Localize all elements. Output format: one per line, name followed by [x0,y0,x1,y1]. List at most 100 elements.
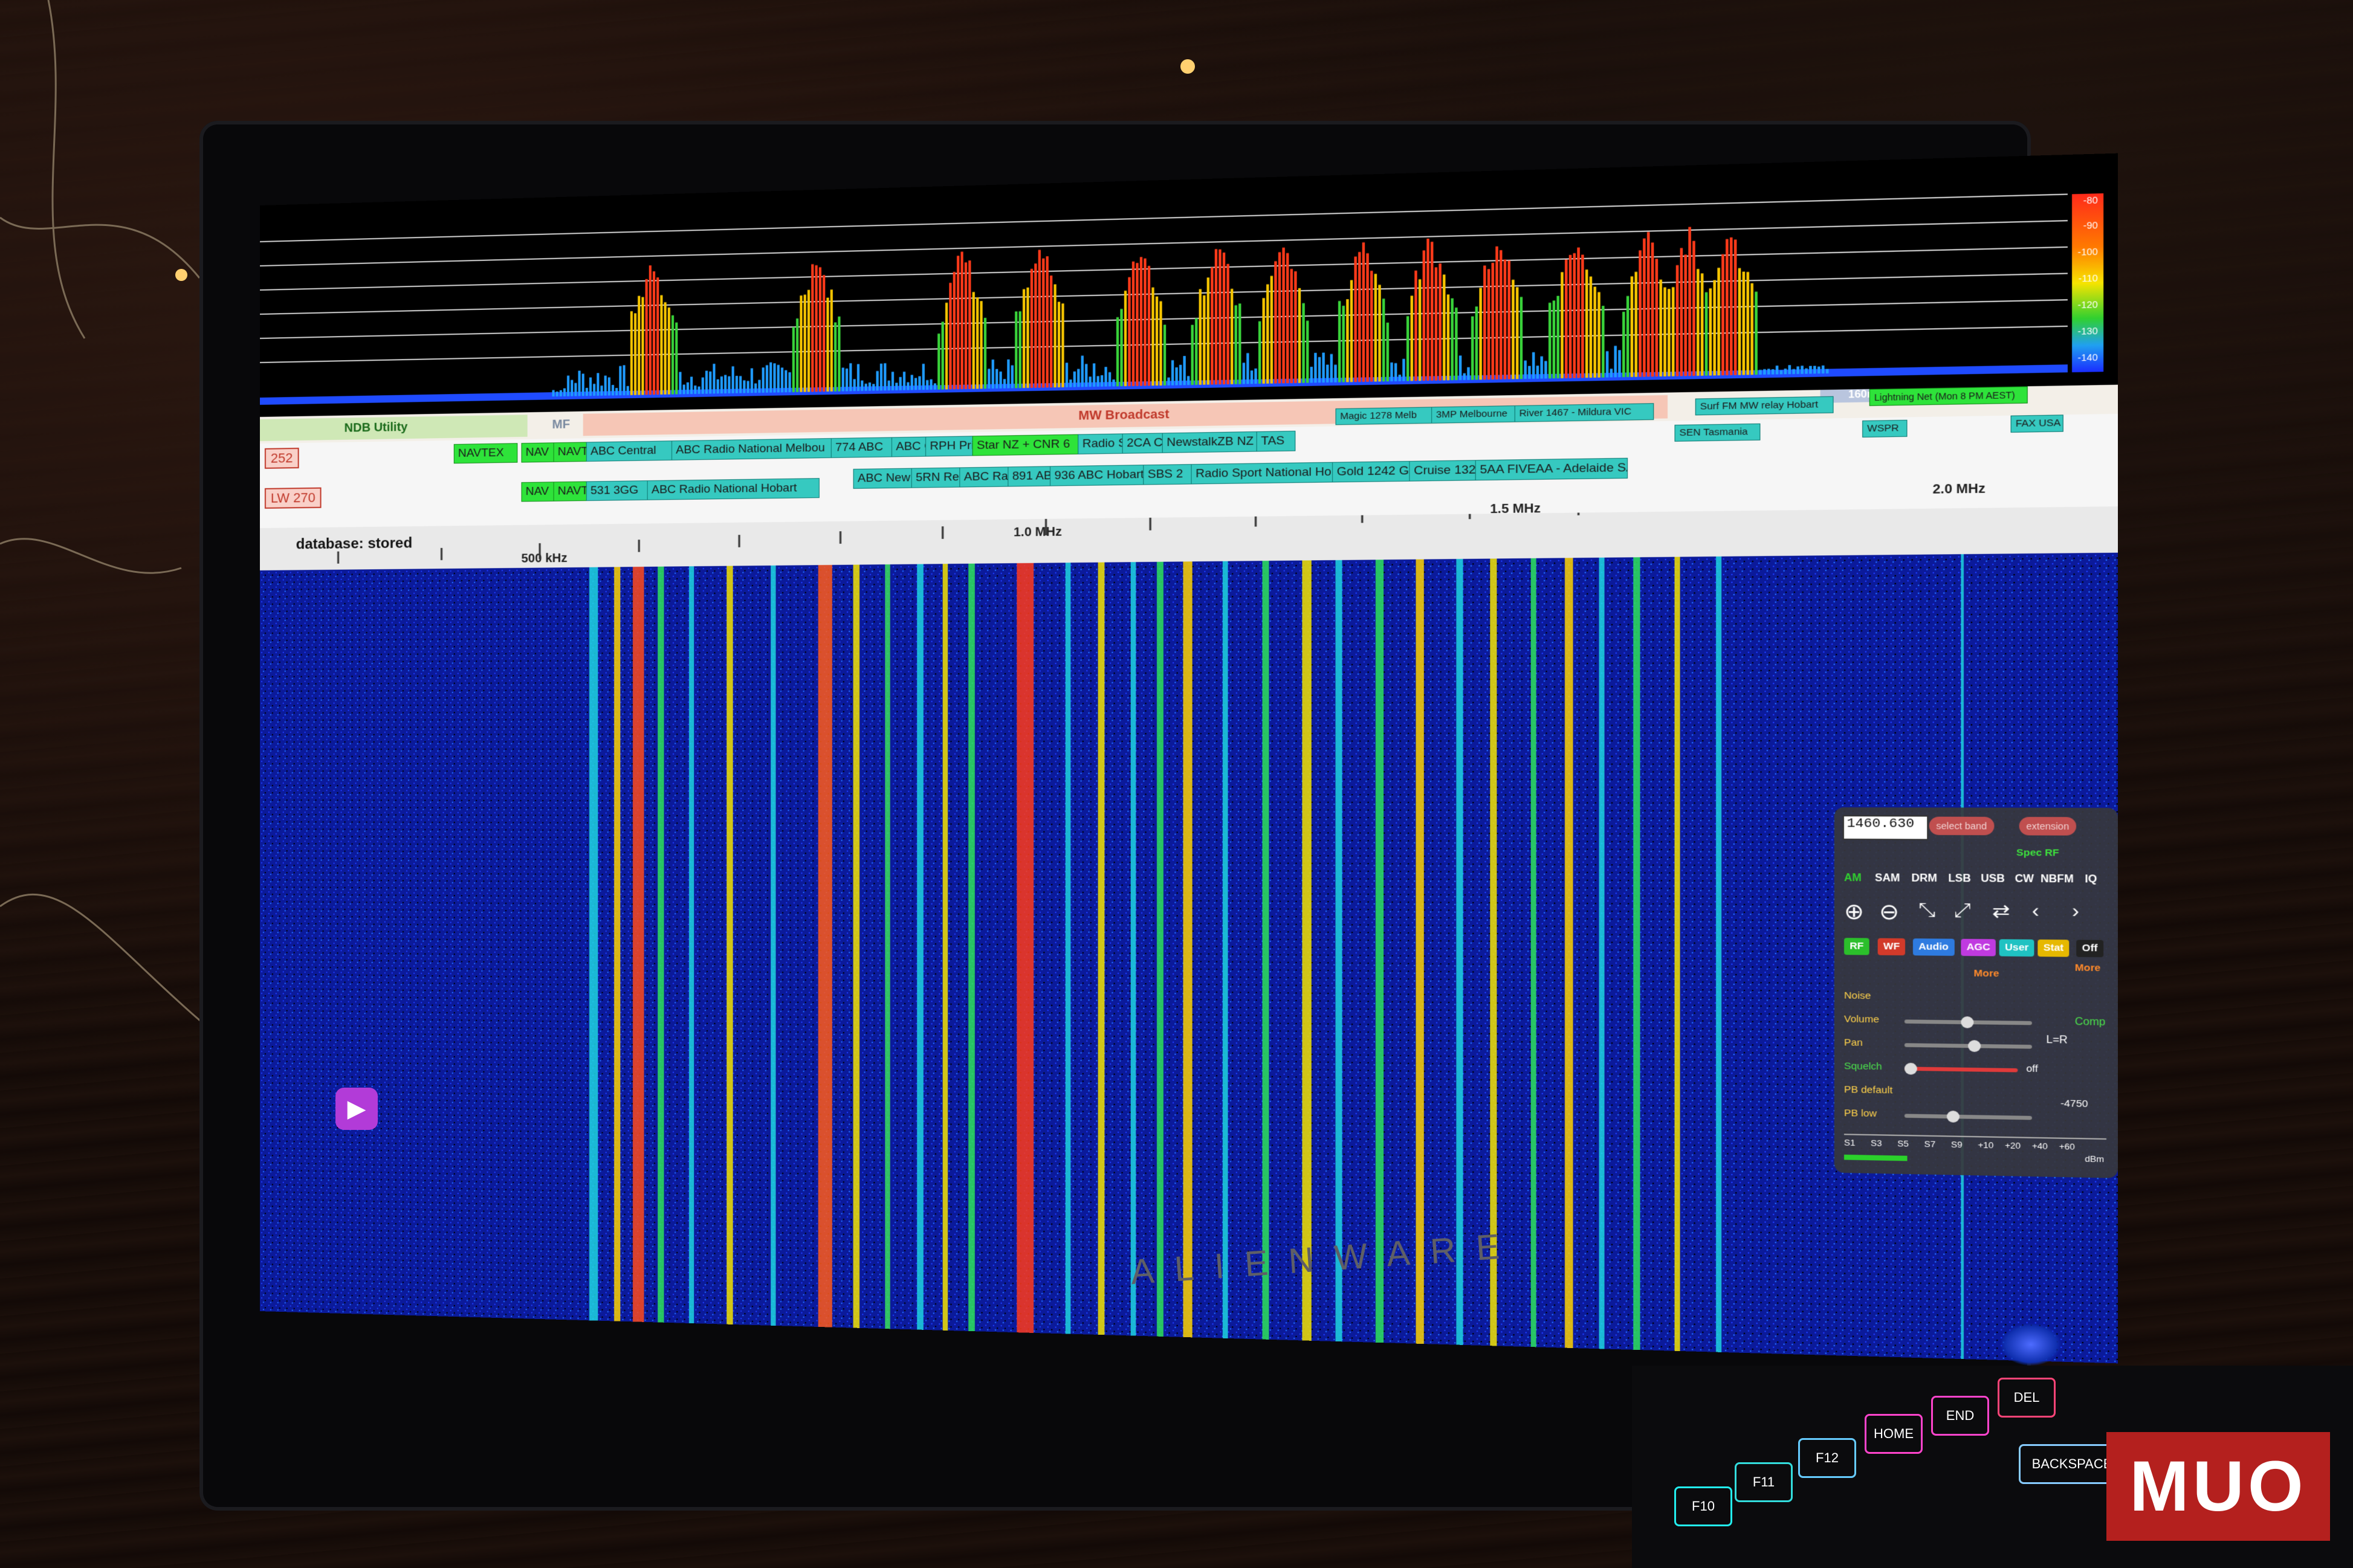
spectrum-bar [1451,298,1454,381]
station-label[interactable]: RPH Pri [925,436,980,457]
zoom-in-icon[interactable]: ⊕ [1844,899,1864,924]
squelch-knob[interactable] [1904,1062,1917,1075]
mode-drm-button[interactable]: DRM [1912,873,1938,885]
pb-slider[interactable] [1904,1114,2032,1120]
spectrum-bar [1338,301,1341,382]
station-label[interactable]: Radio Sport National Hobart [1191,462,1340,485]
station-label[interactable]: WSPR [1862,419,1908,438]
spectrum-bar [1507,260,1510,379]
agc-tab[interactable]: AGC [1961,938,1996,957]
spectrum-bar [887,380,890,391]
station-label[interactable]: Star NZ + CNR 6 [972,434,1086,456]
key-f11[interactable]: F11 [1735,1462,1793,1502]
station-label[interactable]: 936 ABC Hobart [1049,464,1151,486]
station-label[interactable]: ABC New [853,468,919,489]
station-label[interactable]: 774 ABC [830,437,899,458]
spectrum-bar [796,318,799,392]
mode-cw-button[interactable]: CW [2015,874,2034,886]
station-label[interactable]: Cruise 1323 [1409,460,1483,482]
zoom-fit-icon[interactable]: ⤡ [1918,899,1935,921]
mode-usb-button[interactable]: USB [1981,873,2005,885]
mode-lsb-button[interactable]: LSB [1948,873,1970,885]
spectrum-bar [686,382,689,395]
station-label[interactable]: 531 3GG [586,480,654,502]
waterfall-signal-trace [1302,560,1312,1341]
swap-icon[interactable]: ⇄ [1992,900,2010,923]
stat-tab[interactable]: Stat [2037,939,2070,957]
key-f12[interactable]: F12 [1798,1438,1856,1478]
spectrum-bar [1116,317,1119,387]
mode-nbfm-button[interactable]: NBFM [2041,874,2074,886]
band-mf-label: MF [552,418,571,432]
station-label[interactable]: FAX USA [2010,415,2063,433]
station-label[interactable]: Surf FM MW relay Hobart [1695,396,1834,416]
tag-lw270[interactable]: LW 270 [264,487,322,509]
zoom-out-icon[interactable]: ⊖ [1879,899,1899,926]
spectrum-bar [1211,267,1214,385]
station-label[interactable]: NewstalkZB NZ [1162,431,1264,453]
station-label[interactable]: Gold 1242 Gip [1332,460,1417,483]
station-label[interactable]: ABC Radio National Hobart [647,478,820,500]
station-label[interactable]: SBS 2 [1143,463,1199,485]
mode-am-button[interactable]: AM [1844,873,1862,885]
comp-toggle[interactable]: Comp [2075,1016,2106,1028]
station-label[interactable]: 3MP Melbourne [1431,405,1523,424]
station-label[interactable]: 5AA FIVEAA - Adelaide SA [1475,457,1628,481]
spectrum-bar [1585,269,1588,378]
spectrum-bar [953,271,956,390]
pb-knob[interactable] [1946,1111,1960,1123]
rf-tab[interactable]: RF [1843,938,1869,955]
station-label[interactable]: Magic 1278 Melb [1335,407,1439,425]
waterfall-signal-trace [1599,557,1605,1349]
key-end[interactable]: END [1931,1396,1989,1436]
key-f10[interactable]: F10 [1674,1486,1732,1526]
extension-dropdown[interactable]: extension [2019,816,2077,836]
spectrum-bar [811,264,814,392]
spectrum-bar [1475,306,1478,380]
station-label[interactable]: River 1467 - Mildura VIC [1514,403,1654,422]
station-label[interactable]: 5RN Re [911,467,967,488]
mode-iq-button[interactable]: IQ [2085,874,2097,886]
volume-knob[interactable] [1961,1016,1974,1028]
wf-tab[interactable]: WF [1877,938,1906,956]
key-del[interactable]: DEL [1998,1378,2056,1418]
prev-icon[interactable]: ‹ [2032,900,2039,922]
spectrum-bar [1406,316,1410,381]
spectrum-bar [1073,371,1076,387]
next-icon[interactable]: › [2072,900,2079,923]
spectrum-bar [1230,288,1234,384]
spectrum-bar [833,322,837,392]
spectrum-bar [645,279,648,395]
station-label[interactable]: NAVTEX [453,443,518,464]
zoom-max-icon[interactable]: ⤢ [1954,899,1971,921]
more-button-right[interactable]: More [2069,960,2106,977]
mode-sam-button[interactable]: SAM [1875,873,1900,885]
tag-252[interactable]: 252 [264,447,299,469]
station-label[interactable]: ABC Radio National Melbou [671,437,838,460]
spectrum-bar [1199,289,1202,385]
spectrum-bar [1755,291,1758,375]
spectrum-bar [1226,263,1229,385]
station-label[interactable]: Lightning Net (Mon 8 PM AEST) [1869,386,2028,406]
squelch-slider[interactable] [1904,1066,2018,1073]
play-icon[interactable]: ▶ [335,1088,378,1130]
spectrum-bar [1246,353,1249,384]
station-label[interactable]: ABC Ra [959,466,1015,488]
user-tab[interactable]: User [1999,939,2034,957]
power-button-led[interactable] [2001,1323,2061,1366]
spectrum-bar [1692,240,1695,376]
pan-knob[interactable] [1968,1040,1981,1053]
frequency-input[interactable]: 1460.630 [1842,815,1929,840]
pb-value: -4750 [2060,1098,2088,1110]
station-label[interactable]: ABC Central [586,440,679,462]
off-tab[interactable]: Off [2076,940,2103,958]
spec-rf-toggle[interactable]: Spec RF [2011,845,2065,862]
station-label[interactable]: TAS [1256,430,1296,452]
squelch-off[interactable]: off [2026,1063,2037,1075]
key-home[interactable]: HOME [1865,1414,1923,1454]
select-band-dropdown[interactable]: select band [1929,816,1995,836]
station-label[interactable]: SEN Tasmania [1674,423,1761,442]
audio-tab[interactable]: Audio [1912,938,1955,956]
spectrum-bar [1655,259,1659,377]
more-button[interactable]: More [1968,965,2005,982]
